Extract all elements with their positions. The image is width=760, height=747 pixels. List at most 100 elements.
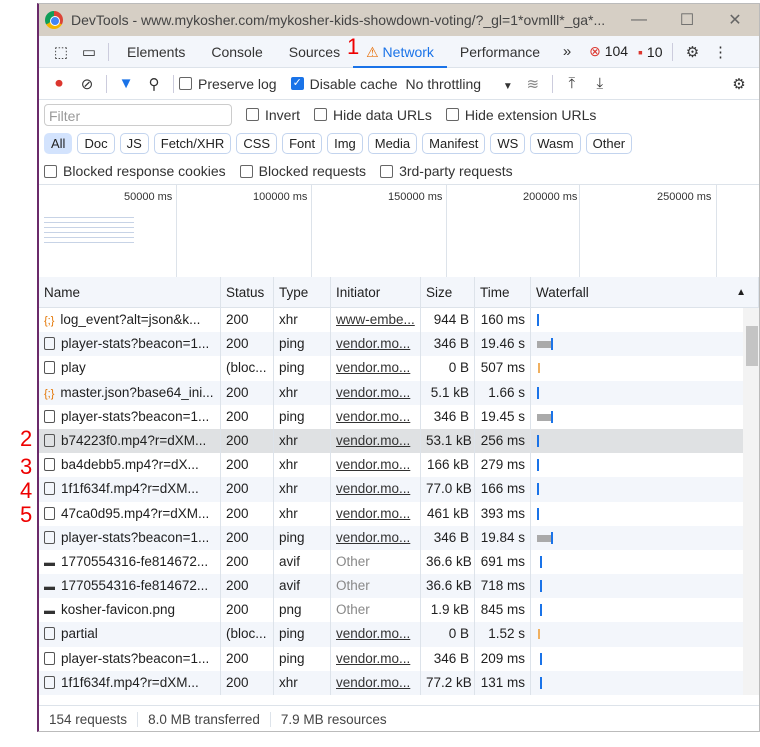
request-initiator[interactable]: vendor.mo...: [331, 428, 421, 454]
third-party-requests-checkbox[interactable]: 3rd-party requests: [380, 163, 513, 179]
type-filter-js[interactable]: JS: [119, 133, 149, 154]
import-har-icon[interactable]: ⤒: [558, 75, 586, 92]
request-initiator[interactable]: vendor.mo...: [331, 477, 421, 502]
request-name[interactable]: player-stats?beacon=1...: [39, 332, 221, 357]
request-name[interactable]: ▬ 1770554316-fe814672...: [39, 574, 221, 599]
filter-icon[interactable]: ▼: [112, 75, 140, 92]
request-initiator[interactable]: vendor.mo...: [331, 380, 421, 405]
network-settings-gear-icon[interactable]: ⚙: [725, 75, 753, 93]
request-initiator[interactable]: vendor.mo...: [331, 332, 421, 357]
request-initiator[interactable]: vendor.mo...: [331, 356, 421, 381]
tab-sources[interactable]: Sources: [276, 36, 353, 68]
table-row[interactable]: play (bloc... ping vendor.mo... 0 B 507 ms: [39, 356, 759, 381]
request-initiator[interactable]: vendor.mo...: [331, 404, 421, 429]
type-filter-ws[interactable]: WS: [490, 133, 526, 154]
request-name[interactable]: 1f1f634f.mp4?r=dXM...: [39, 477, 221, 502]
scrollbar-thumb[interactable]: [746, 326, 758, 366]
type-filter-media[interactable]: Media: [367, 133, 418, 154]
type-filter-manifest[interactable]: Manifest: [422, 133, 486, 154]
request-initiator[interactable]: vendor.mo...: [331, 501, 421, 526]
request-initiator[interactable]: vendor.mo...: [331, 622, 421, 647]
timeline-overview[interactable]: 50000 ms 100000 ms 150000 ms 200000 ms 2…: [39, 184, 759, 278]
table-row[interactable]: ▬ 1770554316-fe814672... 200 avif Other 36.6 …: [39, 549, 759, 575]
request-name[interactable]: {;} master.json?base64_ini...: [39, 380, 221, 405]
type-filter-fetch-xhr[interactable]: Fetch/XHR: [153, 133, 232, 154]
request-name[interactable]: b74223f0.mp4?r=dXM...: [39, 428, 221, 454]
request-name[interactable]: player-stats?beacon=1...: [39, 404, 221, 429]
minimize-button[interactable]: —: [615, 11, 663, 29]
request-name[interactable]: ▬ kosher-favicon.png: [39, 598, 221, 623]
error-count[interactable]: ⊗ 104: [589, 43, 628, 60]
inspect-element-icon[interactable]: ⬚: [47, 43, 75, 61]
type-filter-css[interactable]: CSS: [236, 133, 278, 154]
request-name[interactable]: 47ca0d95.mp4?r=dXM...: [39, 501, 221, 526]
search-icon[interactable]: ⚲: [140, 75, 168, 93]
hide-extension-urls-checkbox[interactable]: Hide extension URLs: [445, 107, 596, 123]
type-filter-doc[interactable]: Doc: [77, 133, 115, 154]
table-row[interactable]: 1f1f634f.mp4?r=dXM... 200 xhr vendor.mo... 7…: [39, 670, 759, 695]
column-size[interactable]: Size: [421, 277, 475, 307]
table-row[interactable]: 47ca0d95.mp4?r=dXM... 200 xhr vendor.mo... 4…: [39, 501, 759, 526]
request-name[interactable]: {;} log_event?alt=json&k...: [39, 308, 221, 333]
table-row[interactable]: player-stats?beacon=1... 200 ping vendor.mo…: [39, 332, 759, 357]
type-filter-all[interactable]: All: [44, 133, 73, 154]
device-toolbar-icon[interactable]: ▭: [75, 43, 103, 61]
more-tabs-icon[interactable]: »: [553, 43, 581, 60]
table-row[interactable]: player-stats?beacon=1... 200 ping vendor.mo…: [39, 404, 759, 429]
blocked-requests-checkbox[interactable]: Blocked requests: [239, 163, 366, 179]
table-row[interactable]: b74223f0.mp4?r=dXM... 200 xhr vendor.mo... 5…: [39, 428, 759, 454]
column-type[interactable]: Type: [274, 277, 331, 307]
table-row[interactable]: 1f1f634f.mp4?r=dXM... 200 xhr vendor.mo... 7…: [39, 477, 759, 502]
type-filter-img[interactable]: Img: [327, 133, 363, 154]
maximize-button[interactable]: ☐: [663, 10, 711, 30]
clear-icon[interactable]: ⊘: [73, 75, 101, 93]
request-initiator[interactable]: vendor.mo...: [331, 525, 421, 550]
column-initiator[interactable]: Initiator: [331, 277, 421, 307]
record-stop-icon[interactable]: ⏺: [45, 75, 73, 92]
tab-performance[interactable]: Performance: [447, 36, 553, 68]
request-initiator[interactable]: vendor.mo...: [331, 646, 421, 671]
request-name[interactable]: play: [39, 356, 221, 381]
type-filter-font[interactable]: Font: [282, 133, 323, 154]
request-name[interactable]: ▬ 1770554316-fe814672...: [39, 549, 221, 575]
table-row[interactable]: player-stats?beacon=1... 200 ping vendor.mo…: [39, 525, 759, 550]
tab-console[interactable]: Console: [198, 36, 275, 68]
table-row[interactable]: partial (bloc... ping vendor.mo... 0 B 1.52 s: [39, 622, 759, 647]
disable-cache-checkbox[interactable]: Disable cache: [290, 76, 398, 92]
filter-input[interactable]: Filter: [44, 103, 232, 126]
vertical-scrollbar[interactable]: [743, 308, 759, 695]
issue-count[interactable]: ▪ 10: [638, 44, 662, 60]
type-filter-other[interactable]: Other: [585, 133, 633, 154]
invert-checkbox[interactable]: Invert: [246, 107, 300, 123]
table-row[interactable]: ▬ 1770554316-fe814672... 200 avif Other 36.6 …: [39, 574, 759, 599]
column-waterfall[interactable]: Waterfall ▲: [531, 277, 759, 307]
settings-gear-icon[interactable]: ⚙: [678, 43, 706, 61]
blocked-response-cookies-checkbox[interactable]: Blocked response cookies: [44, 163, 226, 179]
table-row[interactable]: {;} master.json?base64_ini... 200 xhr vendor…: [39, 380, 759, 405]
request-initiator[interactable]: vendor.mo...: [331, 453, 421, 478]
request-initiator[interactable]: www-embe...: [331, 308, 421, 333]
hide-data-urls-checkbox[interactable]: Hide data URLs: [314, 107, 432, 123]
tab-elements[interactable]: Elements: [114, 36, 198, 68]
request-initiator[interactable]: vendor.mo...: [331, 670, 421, 695]
column-status[interactable]: Status: [221, 277, 274, 307]
throttling-select[interactable]: No throttling ▼: [406, 76, 513, 92]
request-name[interactable]: ba4debb5.mp4?r=dX...: [39, 453, 221, 478]
tab-network[interactable]: ⚠ Network: [353, 36, 447, 68]
request-name[interactable]: 1f1f634f.mp4?r=dXM...: [39, 670, 221, 695]
column-name[interactable]: Name: [39, 277, 221, 307]
type-filter-wasm[interactable]: Wasm: [530, 133, 581, 154]
table-row[interactable]: {;} log_event?alt=json&k... 200 xhr www-embe…: [39, 308, 759, 333]
request-name[interactable]: player-stats?beacon=1...: [39, 525, 221, 550]
table-row[interactable]: ba4debb5.mp4?r=dX... 200 xhr vendor.mo... 16…: [39, 453, 759, 478]
export-har-icon[interactable]: ⤓: [586, 75, 614, 92]
column-time[interactable]: Time: [475, 277, 531, 307]
network-conditions-icon[interactable]: ≋: [519, 75, 547, 93]
close-button[interactable]: ✕: [711, 10, 759, 30]
request-name[interactable]: partial: [39, 622, 221, 647]
table-row[interactable]: player-stats?beacon=1... 200 ping vendor.mo…: [39, 646, 759, 671]
preserve-log-checkbox[interactable]: Preserve log: [179, 76, 277, 92]
more-options-icon[interactable]: ⋮: [706, 43, 734, 61]
table-row[interactable]: ▬ kosher-favicon.png 200 png Other 1.9 kB 845 …: [39, 598, 759, 623]
request-name[interactable]: player-stats?beacon=1...: [39, 646, 221, 671]
